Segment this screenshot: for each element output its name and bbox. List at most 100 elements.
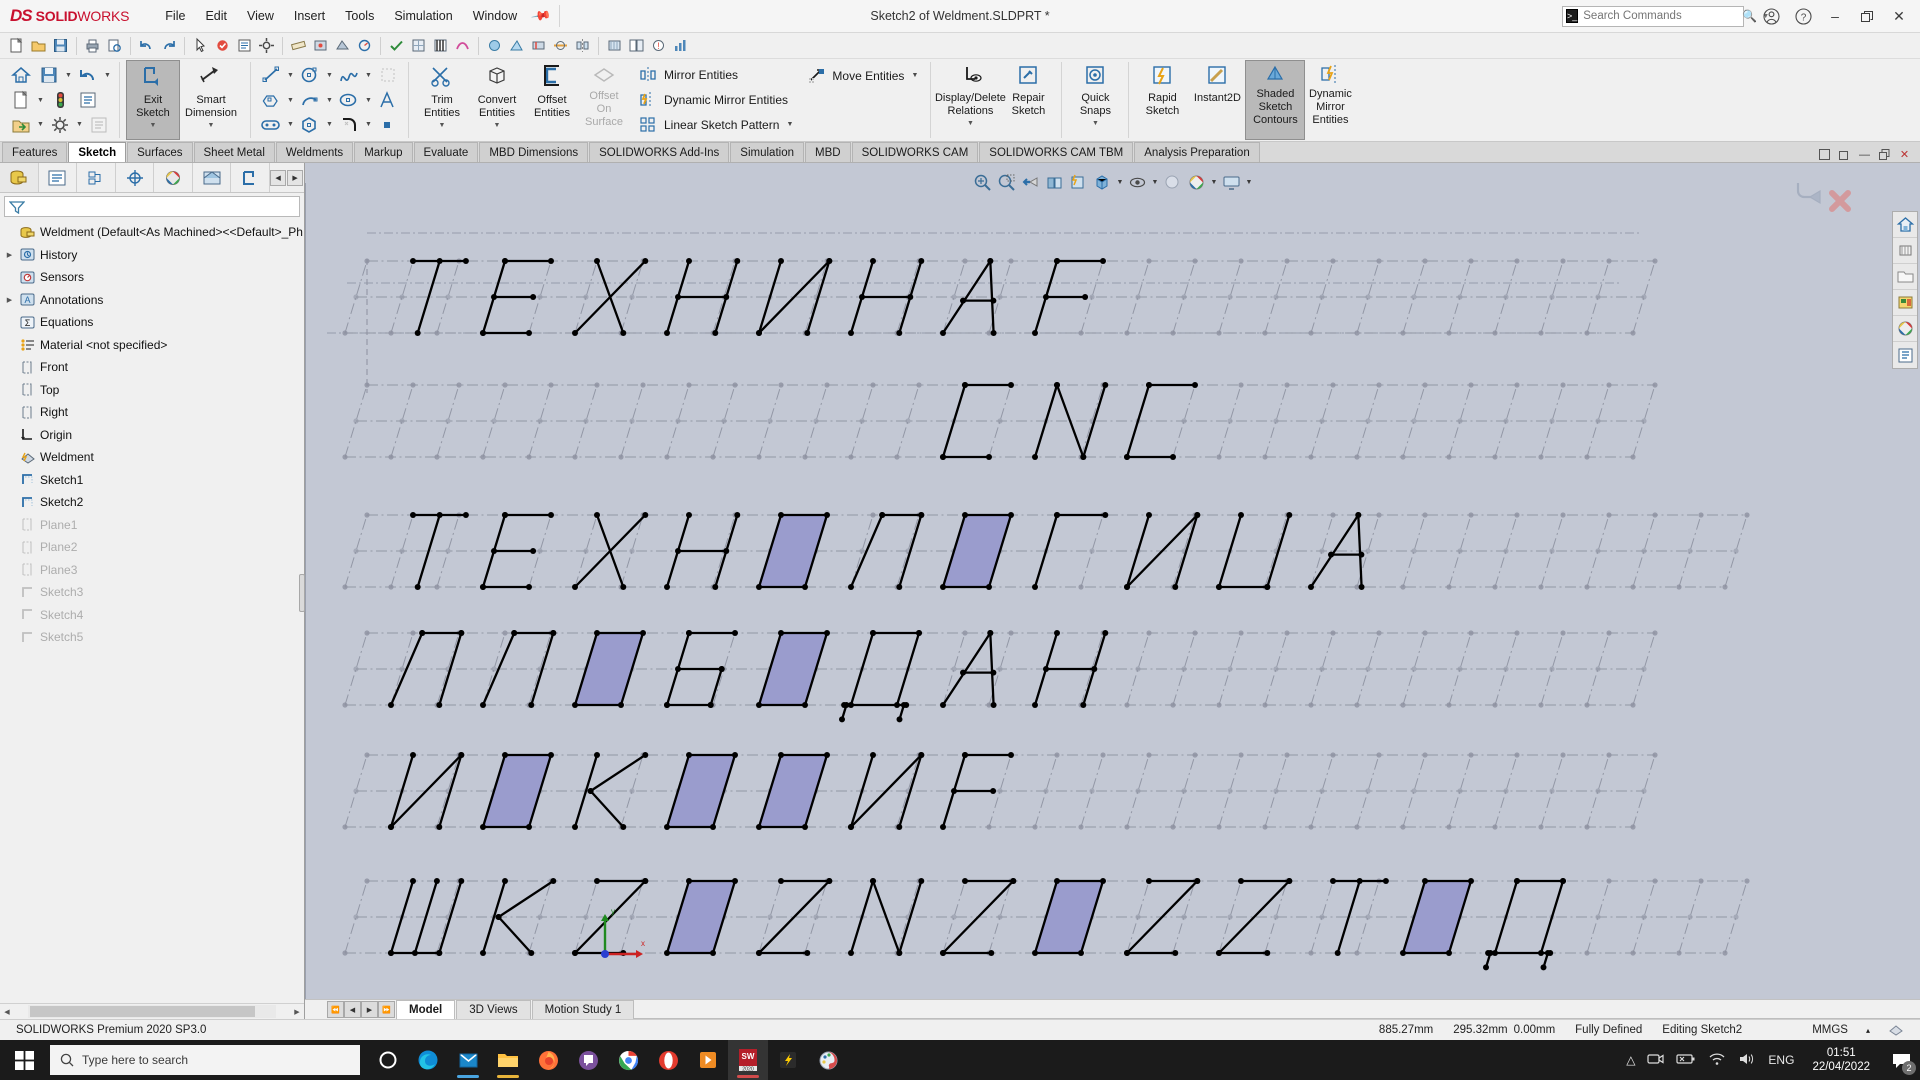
tree-node-front[interactable]: Front xyxy=(2,356,304,379)
restore-window-icon[interactable] xyxy=(1877,147,1892,162)
line-dropdown-caret-icon[interactable]: ▼ xyxy=(286,72,295,79)
sketch-point[interactable] xyxy=(962,878,968,884)
tab-solidworks-cam-tbm[interactable]: SOLIDWORKS CAM TBM xyxy=(979,142,1134,162)
performance-evaluation-icon[interactable] xyxy=(670,35,691,56)
sketch-point[interactable] xyxy=(1286,878,1293,884)
move-entities-dropdown-caret-icon[interactable]: ▼ xyxy=(910,72,919,79)
sketch-point[interactable] xyxy=(718,666,725,672)
sketch-point[interactable] xyxy=(462,512,469,518)
shaded-sketch-contour[interactable] xyxy=(757,631,829,707)
sketch-point[interactable] xyxy=(1032,702,1038,708)
apply-scene-icon[interactable] xyxy=(1186,171,1208,193)
sketch-point[interactable] xyxy=(1382,878,1389,884)
viber-icon[interactable] xyxy=(568,1040,608,1080)
sketch-point[interactable] xyxy=(1192,382,1198,388)
sketch-point[interactable] xyxy=(1356,878,1363,884)
options-list-icon[interactable] xyxy=(75,88,101,112)
sketch-point[interactable] xyxy=(756,950,762,956)
sketch-point[interactable] xyxy=(734,512,741,518)
move-entities-item[interactable]: Move Entities ▼ xyxy=(806,63,923,88)
view-orientation-icon[interactable] xyxy=(1068,171,1090,193)
sketch-point[interactable] xyxy=(436,258,443,264)
sketch-point[interactable] xyxy=(990,330,997,336)
new-part-icon[interactable] xyxy=(8,88,34,112)
sketch-point[interactable] xyxy=(480,584,486,590)
paint-icon[interactable] xyxy=(808,1040,848,1080)
tree-node-sketch2[interactable]: Sketch2 xyxy=(2,491,304,514)
doc-tab-3d-views[interactable]: 3D Views xyxy=(456,1000,531,1019)
tree-node-right[interactable]: Right xyxy=(2,401,304,424)
sketch-line[interactable] xyxy=(709,667,723,707)
sketch-point[interactable] xyxy=(1054,512,1060,518)
sketch-point[interactable] xyxy=(411,950,418,956)
shaded-sketch-contour[interactable] xyxy=(757,513,829,589)
sketch-point[interactable] xyxy=(550,630,557,636)
ellipse-dropdown-caret-icon[interactable]: ▼ xyxy=(364,97,373,104)
compare-documents-icon[interactable] xyxy=(626,35,647,56)
sketch-point[interactable] xyxy=(1355,512,1362,518)
sketch-point[interactable] xyxy=(712,330,719,336)
sketch-point[interactable] xyxy=(918,512,925,518)
sketch-point[interactable] xyxy=(686,258,692,264)
sketch-point[interactable] xyxy=(1054,382,1060,388)
sketch-point[interactable] xyxy=(1146,512,1152,518)
scrollbar-track[interactable] xyxy=(28,1005,276,1018)
sketch-point[interactable] xyxy=(1194,512,1201,518)
sketch-point[interactable] xyxy=(1124,454,1130,460)
restore-button[interactable] xyxy=(1852,3,1882,29)
help-icon[interactable]: ? xyxy=(1788,3,1818,29)
sketch-point[interactable] xyxy=(1008,752,1014,758)
sketch-point[interactable] xyxy=(480,702,486,708)
smart-dimension-button[interactable]: Smart Dimension ▼ xyxy=(179,61,243,139)
check-icon[interactable] xyxy=(386,35,407,56)
sketch-point[interactable] xyxy=(502,258,508,264)
sketch-point[interactable] xyxy=(548,258,554,264)
surface-curve-icon[interactable] xyxy=(375,63,401,87)
sketch-point[interactable] xyxy=(900,702,907,708)
tree-node-sketch5[interactable]: Sketch5 xyxy=(2,626,304,649)
sketch-point[interactable] xyxy=(410,752,416,758)
display-manager-tab[interactable] xyxy=(154,163,193,192)
fillet-dropdown-caret-icon[interactable]: ▼ xyxy=(364,121,373,128)
sketch-point[interactable] xyxy=(572,330,578,336)
tab-sketch[interactable]: Sketch xyxy=(68,142,127,162)
sketch-point[interactable] xyxy=(1080,454,1087,460)
sketch-point[interactable] xyxy=(1216,950,1222,956)
mail-icon[interactable] xyxy=(448,1040,488,1080)
opera-icon[interactable] xyxy=(648,1040,688,1080)
sketch-point[interactable] xyxy=(1124,584,1130,590)
sketch-point[interactable] xyxy=(388,950,394,956)
sketch-point[interactable] xyxy=(1358,551,1365,558)
spline-dropdown-caret-icon[interactable]: ▼ xyxy=(364,72,373,79)
scenes-icon[interactable] xyxy=(1893,316,1917,342)
property-manager-tab[interactable] xyxy=(39,163,78,192)
offset-on-surface-button[interactable]: Offset On Surface xyxy=(578,61,630,139)
sketch-point[interactable] xyxy=(1080,702,1087,708)
sketch-point[interactable] xyxy=(642,258,649,264)
custom-properties-icon[interactable] xyxy=(1893,342,1917,368)
sketch-point[interactable] xyxy=(511,630,518,636)
select-icon[interactable] xyxy=(190,35,211,56)
sketch-point[interactable] xyxy=(843,702,850,708)
tree-node-weldment[interactable]: Weldment xyxy=(2,446,304,469)
cortana-icon[interactable] xyxy=(368,1040,408,1080)
sketch-point[interactable] xyxy=(664,584,670,590)
sketch-point[interactable] xyxy=(707,702,714,708)
sketch-point[interactable] xyxy=(642,512,649,518)
sketch-point[interactable] xyxy=(388,702,394,708)
sketch-point[interactable] xyxy=(526,330,532,336)
prev-icon[interactable]: ◀ xyxy=(344,1001,361,1018)
sketch-point[interactable] xyxy=(550,878,557,884)
sketch-line[interactable] xyxy=(849,631,875,707)
polygon-dropdown-caret-icon[interactable]: ▼ xyxy=(286,97,295,104)
sensor-icon[interactable] xyxy=(354,35,375,56)
convert-entities-button[interactable]: Convert Entities ▼ xyxy=(468,61,526,139)
sketch-point[interactable] xyxy=(1487,950,1494,956)
sketch-point[interactable] xyxy=(1216,584,1222,590)
slot-dropdown-caret-icon[interactable]: ▼ xyxy=(286,121,295,128)
sketch-point[interactable] xyxy=(1043,666,1049,672)
sketch-line[interactable] xyxy=(497,915,533,955)
sketch-point[interactable] xyxy=(436,512,443,518)
sketch-point[interactable] xyxy=(1032,330,1038,336)
hexagon-icon[interactable] xyxy=(297,113,323,137)
